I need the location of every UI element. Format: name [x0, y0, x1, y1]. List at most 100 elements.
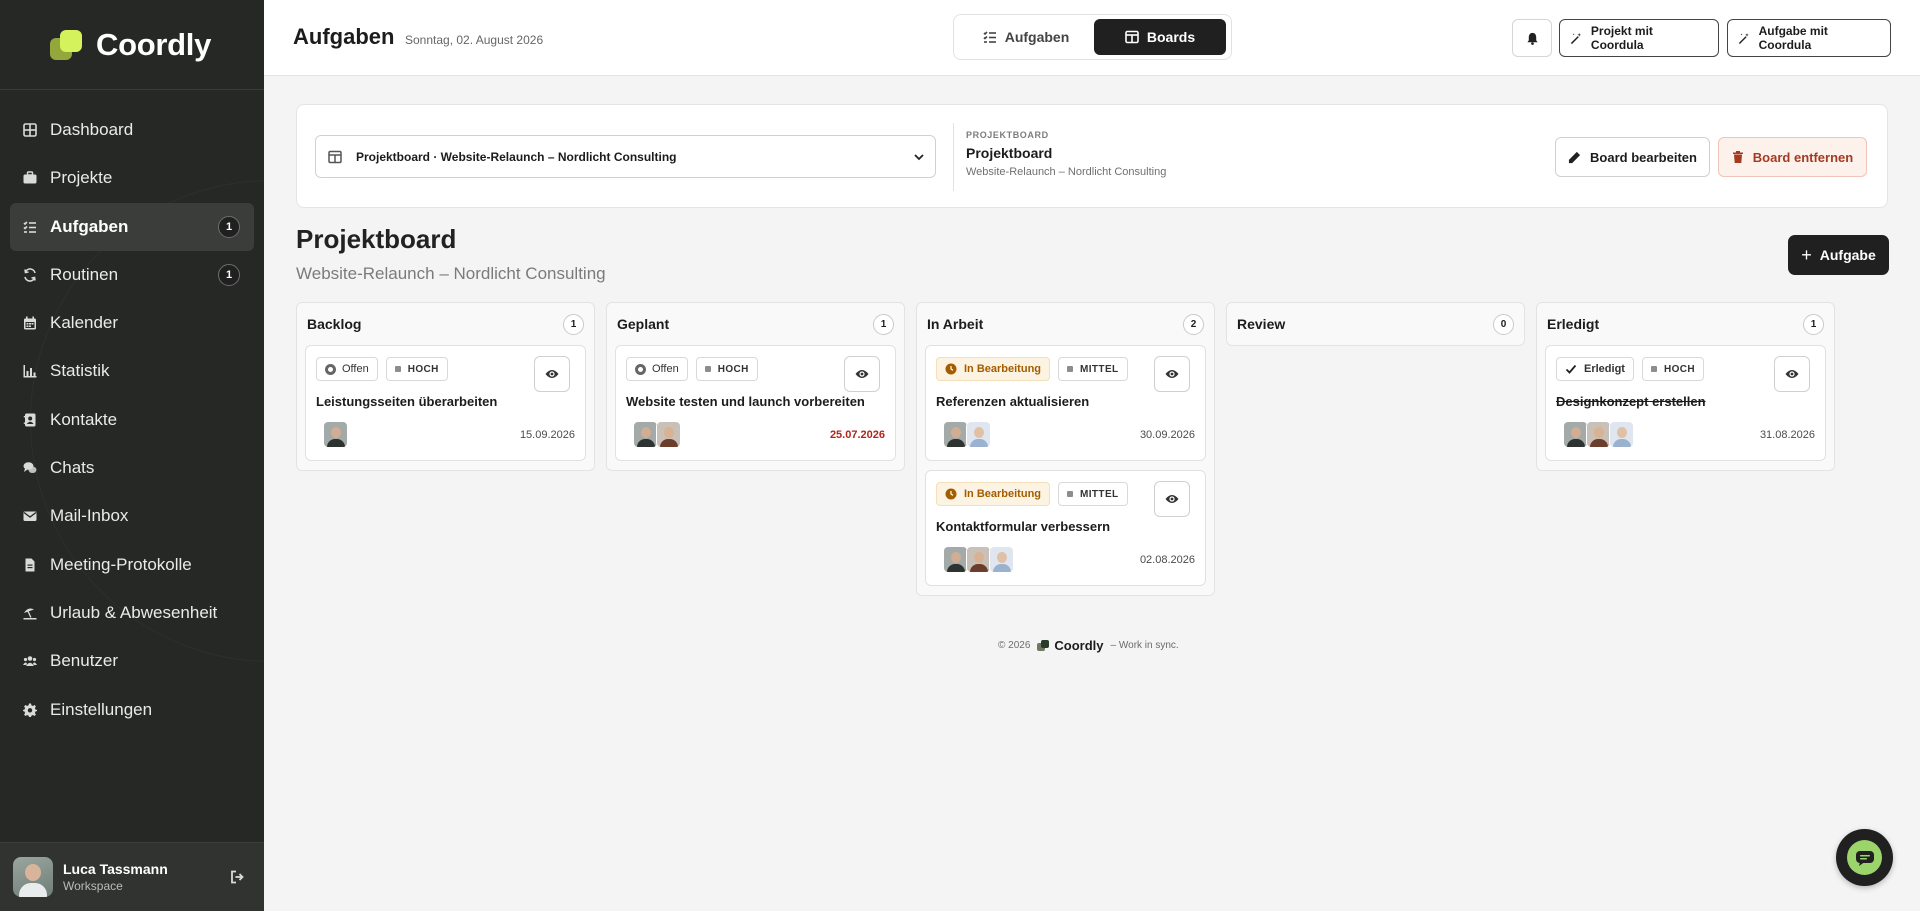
task-card[interactable]: In Bearbeitung MITTEL Referenzen aktuali… [925, 345, 1206, 461]
check-icon [1565, 364, 1577, 374]
logout-icon[interactable] [230, 870, 244, 884]
create-project-ai-button[interactable]: Projekt mit Coordula [1559, 19, 1719, 57]
avatar [1563, 421, 1588, 448]
create-task-ai-button[interactable]: Aufgabe mit Coordula [1727, 19, 1891, 57]
view-task-button[interactable] [534, 356, 570, 392]
page-date: Sonntag, 02. August 2026 [405, 33, 544, 47]
remove-board-button[interactable]: Board entfernen [1718, 137, 1867, 177]
column-title: In Arbeit [927, 316, 984, 332]
status-badge: In Bearbeitung [936, 482, 1051, 506]
task-card[interactable]: Offen HOCH Leistungsseiten überarbeiten … [305, 345, 586, 461]
avatar [633, 421, 658, 448]
board-icon [328, 150, 342, 163]
sidebar-item-vacation-absence[interactable]: Urlaub & Abwesenheit [10, 589, 254, 637]
add-task-button[interactable]: + Aufgabe [1788, 235, 1889, 275]
users-icon [23, 654, 37, 668]
priority-square-icon [394, 366, 401, 372]
contact-book-icon [23, 413, 37, 427]
view-tab-tasks[interactable]: Aufgaben [958, 19, 1094, 55]
status-dot-icon [325, 363, 336, 375]
avatar [943, 421, 968, 448]
sidebar-item-routines[interactable]: Routinen 1 [10, 251, 254, 299]
sidebar-item-statistics[interactable]: Statistik [10, 347, 254, 395]
column-title: Geplant [617, 316, 670, 332]
view-switcher: Aufgaben Boards [953, 14, 1232, 60]
board-select[interactable]: Projektboard · Website-Relaunch – Nordli… [315, 135, 936, 178]
board-column-planned: Geplant 1 Offen HOCH Website testen und … [606, 302, 905, 471]
priority-badge: MITTEL [1058, 482, 1128, 506]
board-type-label: PROJEKTBOARD [966, 130, 1049, 140]
view-task-button[interactable] [1154, 481, 1190, 517]
sidebar-item-label: Urlaub & Abwesenheit [50, 602, 218, 622]
sidebar-nav: Dashboard Projekte Aufgaben 1 Routinen 1… [0, 90, 264, 734]
divider [953, 123, 954, 191]
sidebar-item-settings[interactable]: Einstellungen [10, 686, 254, 734]
sidebar-item-label: Benutzer [50, 651, 119, 671]
avatar [13, 857, 53, 897]
sidebar-item-mail-inbox[interactable]: Mail-Inbox [10, 492, 254, 540]
sidebar: Coordly Dashboard Projekte Aufgaben 1 Ro… [0, 0, 264, 911]
task-card[interactable]: Erledigt HOCH Designkonzept erstellen 31… [1545, 345, 1826, 461]
column-title: Backlog [307, 316, 362, 332]
list-icon [983, 31, 996, 43]
brand[interactable]: Coordly [0, 0, 264, 90]
column-title: Erledigt [1547, 316, 1600, 332]
sidebar-item-users[interactable]: Benutzer [10, 637, 254, 685]
priority-square-icon [1067, 491, 1074, 497]
main-content: Projektboard · Website-Relaunch – Nordli… [264, 76, 1920, 911]
board-selector-card: Projektboard · Website-Relaunch – Nordli… [296, 104, 1888, 208]
trash-icon [1732, 151, 1743, 163]
assignee-avatars [943, 421, 991, 448]
avatar [989, 546, 1014, 573]
column-count-badge: 1 [1803, 313, 1824, 335]
eye-icon [1165, 370, 1179, 378]
view-tab-boards[interactable]: Boards [1094, 19, 1226, 55]
status-badge: Offen [626, 357, 688, 381]
column-title: Review [1237, 316, 1286, 332]
sidebar-item-dashboard[interactable]: Dashboard [10, 106, 254, 154]
view-task-button[interactable] [1154, 356, 1190, 392]
sidebar-item-tasks[interactable]: Aufgaben 1 [10, 202, 254, 251]
magic-wand-icon [1570, 32, 1582, 44]
eye-icon [1785, 370, 1799, 378]
board-meta-subtitle: Website-Relaunch – Nordlicht Consulting [966, 166, 1167, 178]
board-title: Projektboard [296, 224, 457, 254]
assignee-avatars [1563, 421, 1634, 448]
user-profile[interactable]: Luca Tassmann Workspace [0, 842, 264, 911]
view-task-button[interactable] [844, 356, 880, 392]
brand-name: Coordly [96, 26, 212, 62]
calendar-icon [23, 316, 37, 330]
eye-icon [545, 370, 559, 378]
avatar [656, 421, 681, 448]
plus-icon: + [1801, 244, 1812, 265]
task-card[interactable]: Offen HOCH Website testen und launch vor… [615, 345, 896, 461]
sidebar-item-label: Einstellungen [50, 699, 153, 719]
sidebar-item-label: Kontakte [50, 409, 118, 429]
sidebar-item-contacts[interactable]: Kontakte [10, 396, 254, 444]
clock-icon [945, 488, 957, 500]
column-count-badge: 1 [873, 313, 894, 335]
task-card[interactable]: In Bearbeitung MITTEL Kontaktformular ve… [925, 470, 1206, 586]
sidebar-item-projects[interactable]: Projekte [10, 154, 254, 202]
sidebar-item-label: Projekte [50, 168, 113, 188]
document-icon [23, 558, 37, 572]
sidebar-item-meeting-minutes[interactable]: Meeting-Protokolle [10, 541, 254, 589]
sidebar-item-calendar[interactable]: Kalender [10, 299, 254, 347]
notifications-button[interactable] [1512, 19, 1552, 57]
gear-icon [23, 703, 37, 717]
refresh-icon [23, 268, 37, 282]
task-title: Designkonzept erstellen [1556, 394, 1706, 409]
board-meta-title: Projektboard [966, 145, 1053, 161]
status-badge: In Bearbeitung [936, 357, 1051, 381]
pencil-icon [1568, 151, 1581, 163]
bell-icon [1526, 32, 1538, 45]
view-task-button[interactable] [1774, 356, 1810, 392]
assignee-avatars [633, 421, 681, 448]
avatar [1586, 421, 1611, 448]
assistant-chat-button[interactable] [1836, 829, 1893, 886]
footer-brand: Coordly [1054, 638, 1104, 653]
edit-board-button[interactable]: Board bearbeiten [1555, 137, 1710, 177]
sidebar-item-label: Mail-Inbox [50, 506, 129, 526]
avatar [966, 546, 991, 573]
sidebar-item-chats[interactable]: Chats [10, 444, 254, 492]
